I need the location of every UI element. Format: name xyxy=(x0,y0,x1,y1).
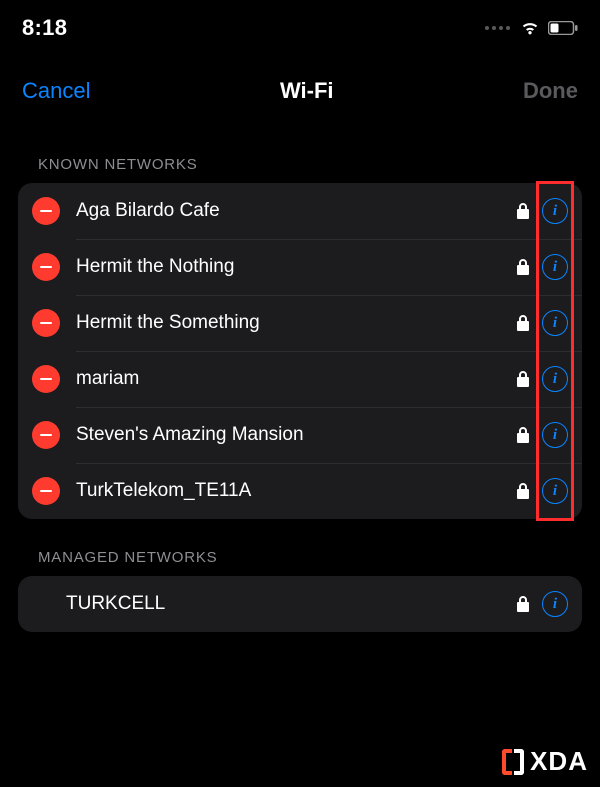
info-icon[interactable]: i xyxy=(542,254,568,280)
network-row[interactable]: mariam i xyxy=(18,351,582,407)
network-name: Steven's Amazing Mansion xyxy=(76,424,516,446)
network-name: TURKCELL xyxy=(66,593,516,615)
info-icon[interactable]: i xyxy=(542,591,568,617)
status-indicators xyxy=(485,20,578,36)
info-icon[interactable]: i xyxy=(542,478,568,504)
network-row[interactable]: Aga Bilardo Cafe i xyxy=(18,183,582,239)
watermark-text: XDA xyxy=(530,746,588,777)
delete-icon[interactable] xyxy=(32,309,60,337)
lock-icon xyxy=(516,258,530,276)
network-name: Hermit the Something xyxy=(76,312,516,334)
done-button[interactable]: Done xyxy=(523,78,578,104)
bracket-icon xyxy=(502,749,524,775)
nav-bar: Cancel Wi-Fi Done xyxy=(0,62,600,120)
battery-icon xyxy=(548,21,578,35)
known-networks-section: Known Networks Aga Bilardo Cafe i Hermit… xyxy=(0,156,600,519)
network-row[interactable]: TURKCELL i xyxy=(18,576,582,632)
network-name: Hermit the Nothing xyxy=(76,256,516,278)
network-row[interactable]: Hermit the Nothing i xyxy=(18,239,582,295)
info-icon[interactable]: i xyxy=(542,366,568,392)
cancel-button[interactable]: Cancel xyxy=(22,78,90,104)
info-icon[interactable]: i xyxy=(542,198,568,224)
lock-icon xyxy=(516,202,530,220)
status-time: 8:18 xyxy=(22,15,67,41)
network-row[interactable]: Steven's Amazing Mansion i xyxy=(18,407,582,463)
network-row[interactable]: TurkTelekom_TE11A i xyxy=(18,463,582,519)
network-name: mariam xyxy=(76,368,516,390)
delete-icon[interactable] xyxy=(32,421,60,449)
status-bar: 8:18 xyxy=(0,0,600,56)
delete-icon[interactable] xyxy=(32,197,60,225)
watermark: XDA xyxy=(502,746,588,777)
lock-icon xyxy=(516,370,530,388)
lock-icon xyxy=(516,426,530,444)
known-networks-header: Known Networks xyxy=(18,156,582,183)
managed-networks-section: Managed Networks TURKCELL i xyxy=(0,549,600,632)
delete-icon[interactable] xyxy=(32,365,60,393)
lock-icon xyxy=(516,314,530,332)
delete-icon[interactable] xyxy=(32,253,60,281)
network-row[interactable]: Hermit the Something i xyxy=(18,295,582,351)
managed-networks-header: Managed Networks xyxy=(18,549,582,576)
delete-icon[interactable] xyxy=(32,477,60,505)
carrier-dots-icon xyxy=(485,26,510,30)
network-name: Aga Bilardo Cafe xyxy=(76,200,516,222)
managed-networks-list: TURKCELL i xyxy=(18,576,582,632)
known-networks-list: Aga Bilardo Cafe i Hermit the Nothing i … xyxy=(18,183,582,519)
lock-icon xyxy=(516,595,530,613)
lock-icon xyxy=(516,482,530,500)
wifi-icon xyxy=(520,20,540,36)
page-title: Wi-Fi xyxy=(280,78,334,104)
info-icon[interactable]: i xyxy=(542,422,568,448)
network-name: TurkTelekom_TE11A xyxy=(76,480,516,502)
info-icon[interactable]: i xyxy=(542,310,568,336)
